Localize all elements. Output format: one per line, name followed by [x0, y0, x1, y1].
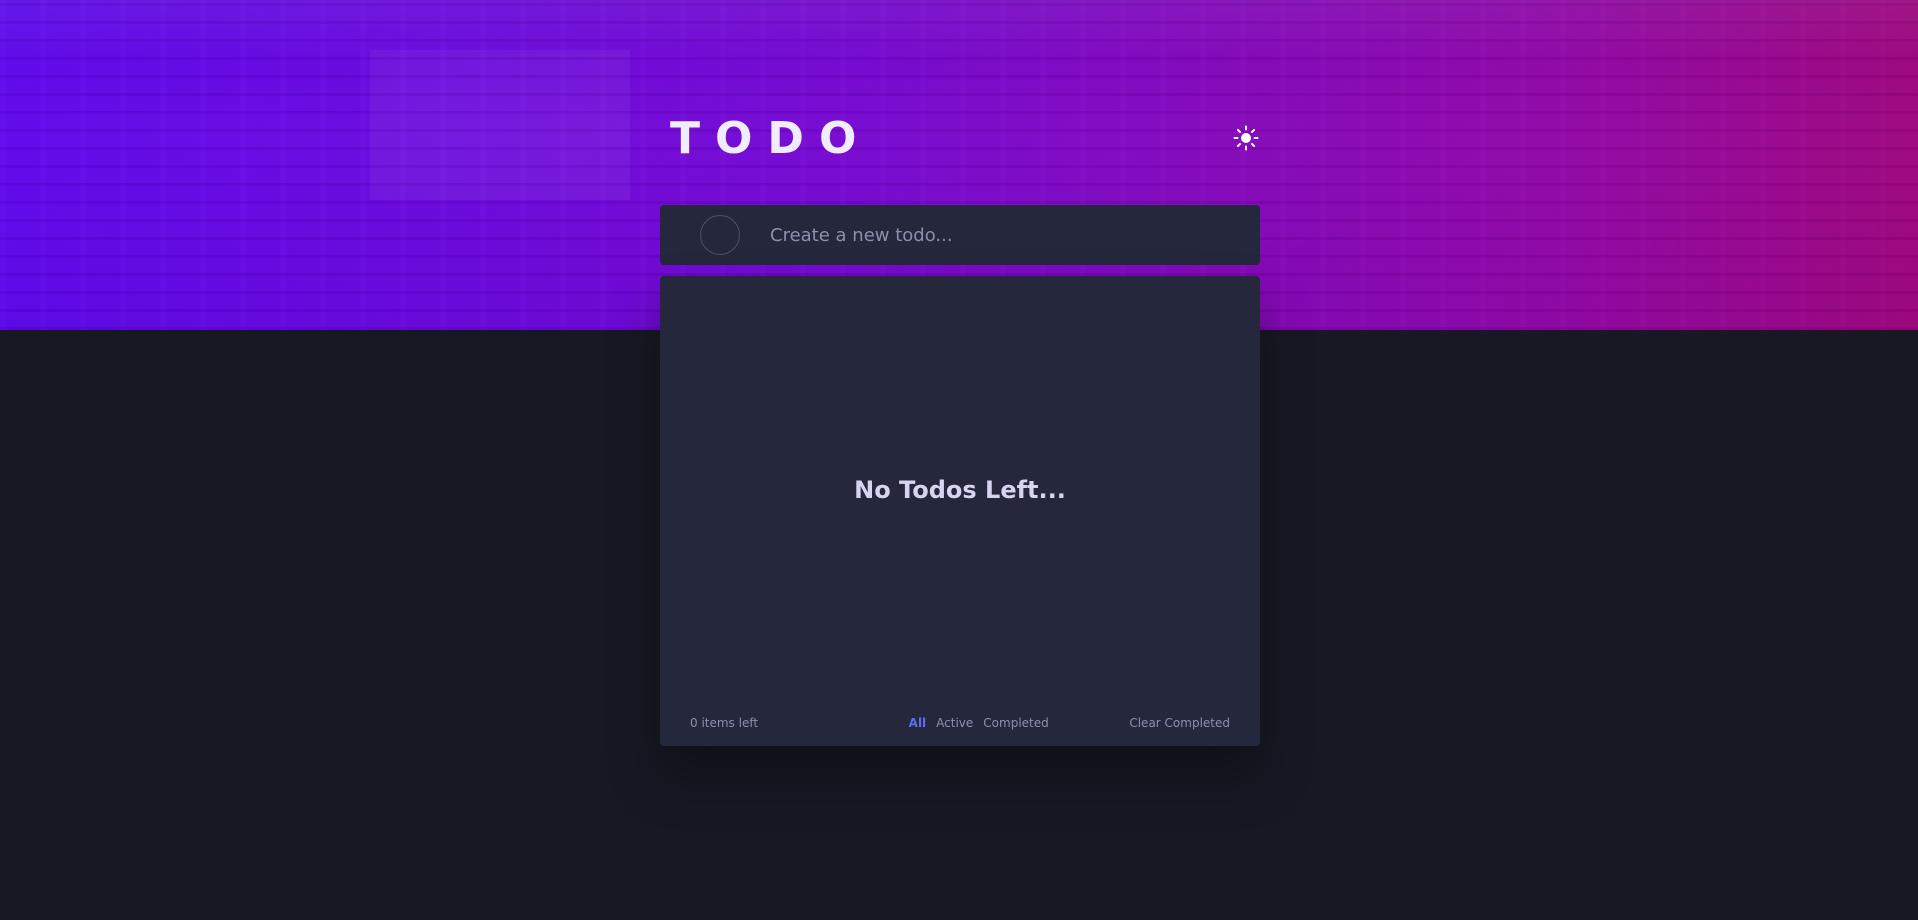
- new-todo-check-circle[interactable]: [700, 215, 740, 255]
- clear-completed-button[interactable]: Clear Completed: [1129, 716, 1230, 730]
- empty-message: No Todos Left...: [854, 476, 1066, 504]
- list-footer: 0 items left All Active Completed Clear …: [690, 708, 1230, 738]
- filter-all[interactable]: All: [909, 716, 927, 730]
- items-left-count: 0 items left: [690, 716, 759, 730]
- theme-toggle-button[interactable]: [1232, 124, 1260, 152]
- sun-icon: [1233, 125, 1259, 151]
- header: TODO: [660, 108, 1260, 168]
- filter-active[interactable]: Active: [936, 716, 973, 730]
- todo-list: No Todos Left... 0 items left All Active…: [660, 276, 1260, 746]
- new-todo-bar: [660, 205, 1260, 265]
- app-title: TODO: [670, 112, 872, 164]
- filter-completed[interactable]: Completed: [983, 716, 1048, 730]
- new-todo-input[interactable]: [770, 215, 1260, 255]
- filter-group: All Active Completed: [909, 716, 1049, 730]
